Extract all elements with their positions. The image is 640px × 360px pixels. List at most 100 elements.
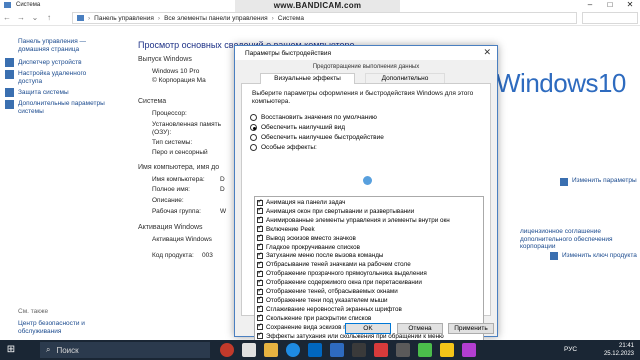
sidebar-home-link[interactable]: Панель управления — домашняя страница (18, 38, 86, 54)
apply-button[interactable]: Применить (448, 323, 494, 334)
radio-button[interactable] (250, 134, 257, 141)
license-agreement-link[interactable]: лицензионное соглашение (520, 228, 601, 235)
effect-item[interactable]: Гладкое прокручивание списков (257, 242, 360, 252)
sidebar-remote-line1: Настройка удаленного (18, 70, 87, 77)
sidebar-item-advanced-settings[interactable]: Дополнительные параметры системы (18, 100, 105, 116)
clock-time: 21:41 (618, 343, 634, 349)
effect-item[interactable]: Анимация на панели задач (257, 198, 345, 207)
checkbox[interactable] (257, 278, 263, 286)
app-icon[interactable] (374, 343, 388, 357)
radio-button[interactable] (250, 124, 257, 131)
effect-label: Отображение тени под указателем мыши (266, 296, 388, 304)
effect-label: Включение Peek (266, 225, 315, 233)
maximize-button[interactable]: □ (600, 0, 620, 10)
system-app-icon (4, 2, 11, 8)
file-explorer-icon[interactable] (264, 343, 278, 357)
app-icon[interactable] (396, 343, 410, 357)
checkbox[interactable] (257, 269, 263, 277)
effect-item[interactable]: Отображение прозрачного прямоугольника в… (257, 269, 427, 278)
radio-button[interactable] (250, 144, 257, 151)
tab-visual-effects[interactable]: Визуальные эффекты (260, 73, 355, 84)
app-icon[interactable] (462, 343, 476, 357)
effect-item[interactable]: Вывод эскизов вместо значков (257, 233, 356, 243)
breadcrumb-item-all-items[interactable]: Все элементы панели управления (164, 15, 268, 22)
checkbox[interactable] (257, 233, 263, 242)
memory-label: Установленная память (152, 121, 221, 128)
up-arrow-icon[interactable]: ↑ (42, 13, 56, 22)
breadcrumb[interactable]: › Панель управления › Все элементы панел… (72, 12, 577, 24)
search-input[interactable] (582, 12, 638, 24)
effect-item[interactable]: Отбрасывание теней значками на рабочем с… (257, 260, 411, 269)
checkbox[interactable] (257, 313, 263, 322)
breadcrumb-item-system[interactable]: Система (278, 15, 304, 22)
breadcrumb-control-panel-icon (77, 15, 84, 21)
product-code-value: 003 (202, 252, 213, 259)
effect-item[interactable]: Скольжение при раскрытии списков (257, 313, 371, 323)
windows-start-icon[interactable]: ⊞ (0, 340, 22, 360)
license-agreement-link-2[interactable]: дополнительного обеспечения корпорации (520, 236, 640, 250)
recent-chevron-icon[interactable]: ⌄ (28, 13, 42, 22)
language-indicator[interactable]: РУС (564, 346, 577, 353)
radio-label: Обеспечить наилучший вид (261, 124, 346, 131)
radio-button[interactable] (250, 114, 257, 121)
sidebar-item-device-manager[interactable]: Диспетчер устройств (18, 59, 82, 67)
checkbox[interactable] (257, 331, 263, 339)
change-params-link[interactable]: Изменить параметры (572, 177, 637, 184)
edge-browser-icon[interactable] (286, 343, 300, 357)
breadcrumb-item-control-panel[interactable]: Панель управления (94, 15, 154, 22)
ok-button[interactable]: OK (345, 323, 391, 334)
sidebar: Панель управления — домашняя страница Ди… (0, 26, 118, 340)
sidebar-item-remote-access[interactable]: Настройка удаленного доступа (18, 70, 86, 86)
pen-touch-label: Перо и сенсорный (152, 149, 208, 156)
effect-item[interactable]: Включение Peek (257, 224, 315, 234)
taskbar-search[interactable]: ⌕ Поиск (40, 342, 210, 358)
checkbox[interactable] (257, 251, 263, 259)
description-label: Описание: (152, 197, 184, 204)
radio-option[interactable]: Восстановить значения по умолчанию (250, 114, 377, 121)
radio-option[interactable]: Особые эффекты: (250, 144, 317, 151)
steam-icon[interactable] (352, 343, 366, 357)
sidebar-item-system-protection[interactable]: Защита системы (18, 89, 69, 97)
close-window-button[interactable]: ✕ (620, 0, 640, 10)
task-view-icon[interactable] (242, 343, 256, 357)
minimize-button[interactable]: – (580, 0, 600, 10)
checkbox[interactable] (257, 242, 263, 250)
forward-arrow-icon[interactable]: → (14, 13, 28, 22)
names-section-title: Имя компьютера, имя до (138, 164, 220, 171)
store-icon[interactable] (308, 343, 322, 357)
control-panel-app-icon[interactable] (330, 343, 344, 357)
effect-item[interactable]: Отображение теней, отбрасываемых окнами (257, 287, 398, 296)
clock[interactable]: 21:41 25.12.2023 (604, 342, 634, 358)
bandicam-app-icon[interactable] (220, 343, 234, 357)
radio-option[interactable]: Обеспечить наилучший вид (250, 124, 345, 131)
effect-item[interactable]: Анимация окон при свертывании и разверты… (257, 206, 414, 216)
effect-item[interactable]: Затухание меню после вызова команды (257, 251, 383, 260)
checkbox[interactable] (257, 215, 263, 224)
window-title: Система (16, 2, 41, 8)
effect-label: Отбрасывание теней значками на рабочем с… (266, 261, 411, 269)
shield-icon (5, 100, 14, 109)
close-icon[interactable]: ✕ (483, 47, 491, 58)
checkbox[interactable] (257, 260, 263, 268)
checkbox[interactable] (257, 206, 263, 215)
effect-item[interactable]: Отображение тени под указателем мыши (257, 295, 388, 305)
effect-item[interactable]: Анимированные элементы управления и элем… (257, 215, 450, 225)
back-arrow-icon[interactable]: ← (0, 13, 14, 22)
breadcrumb-separator-icon: › (271, 14, 274, 22)
copyright-text: © Корпорация Ма (152, 77, 206, 84)
checkbox[interactable] (257, 198, 263, 206)
change-product-key-link[interactable]: Изменить ключ продукта (562, 252, 637, 259)
checkbox[interactable] (257, 224, 263, 233)
effect-item[interactable]: Отображение содержимого окна при перетас… (257, 278, 422, 287)
cancel-button[interactable]: Отмена (397, 323, 443, 334)
radio-option[interactable]: Обеспечить наилучшее быстродействие (250, 134, 384, 141)
visual-effects-panel: Выберите параметры оформления и быстроде… (241, 83, 491, 348)
app-icon[interactable] (418, 343, 432, 357)
checkbox[interactable] (257, 304, 263, 313)
checkbox[interactable] (257, 295, 263, 304)
effect-item[interactable]: Сглаживание неровностей экранных шрифтов (257, 304, 402, 314)
checkbox[interactable] (257, 322, 263, 331)
sidebar-item-security-center[interactable]: Центр безопасности и обслуживания (18, 320, 85, 336)
app-icon[interactable] (440, 343, 454, 357)
checkbox[interactable] (257, 287, 263, 295)
